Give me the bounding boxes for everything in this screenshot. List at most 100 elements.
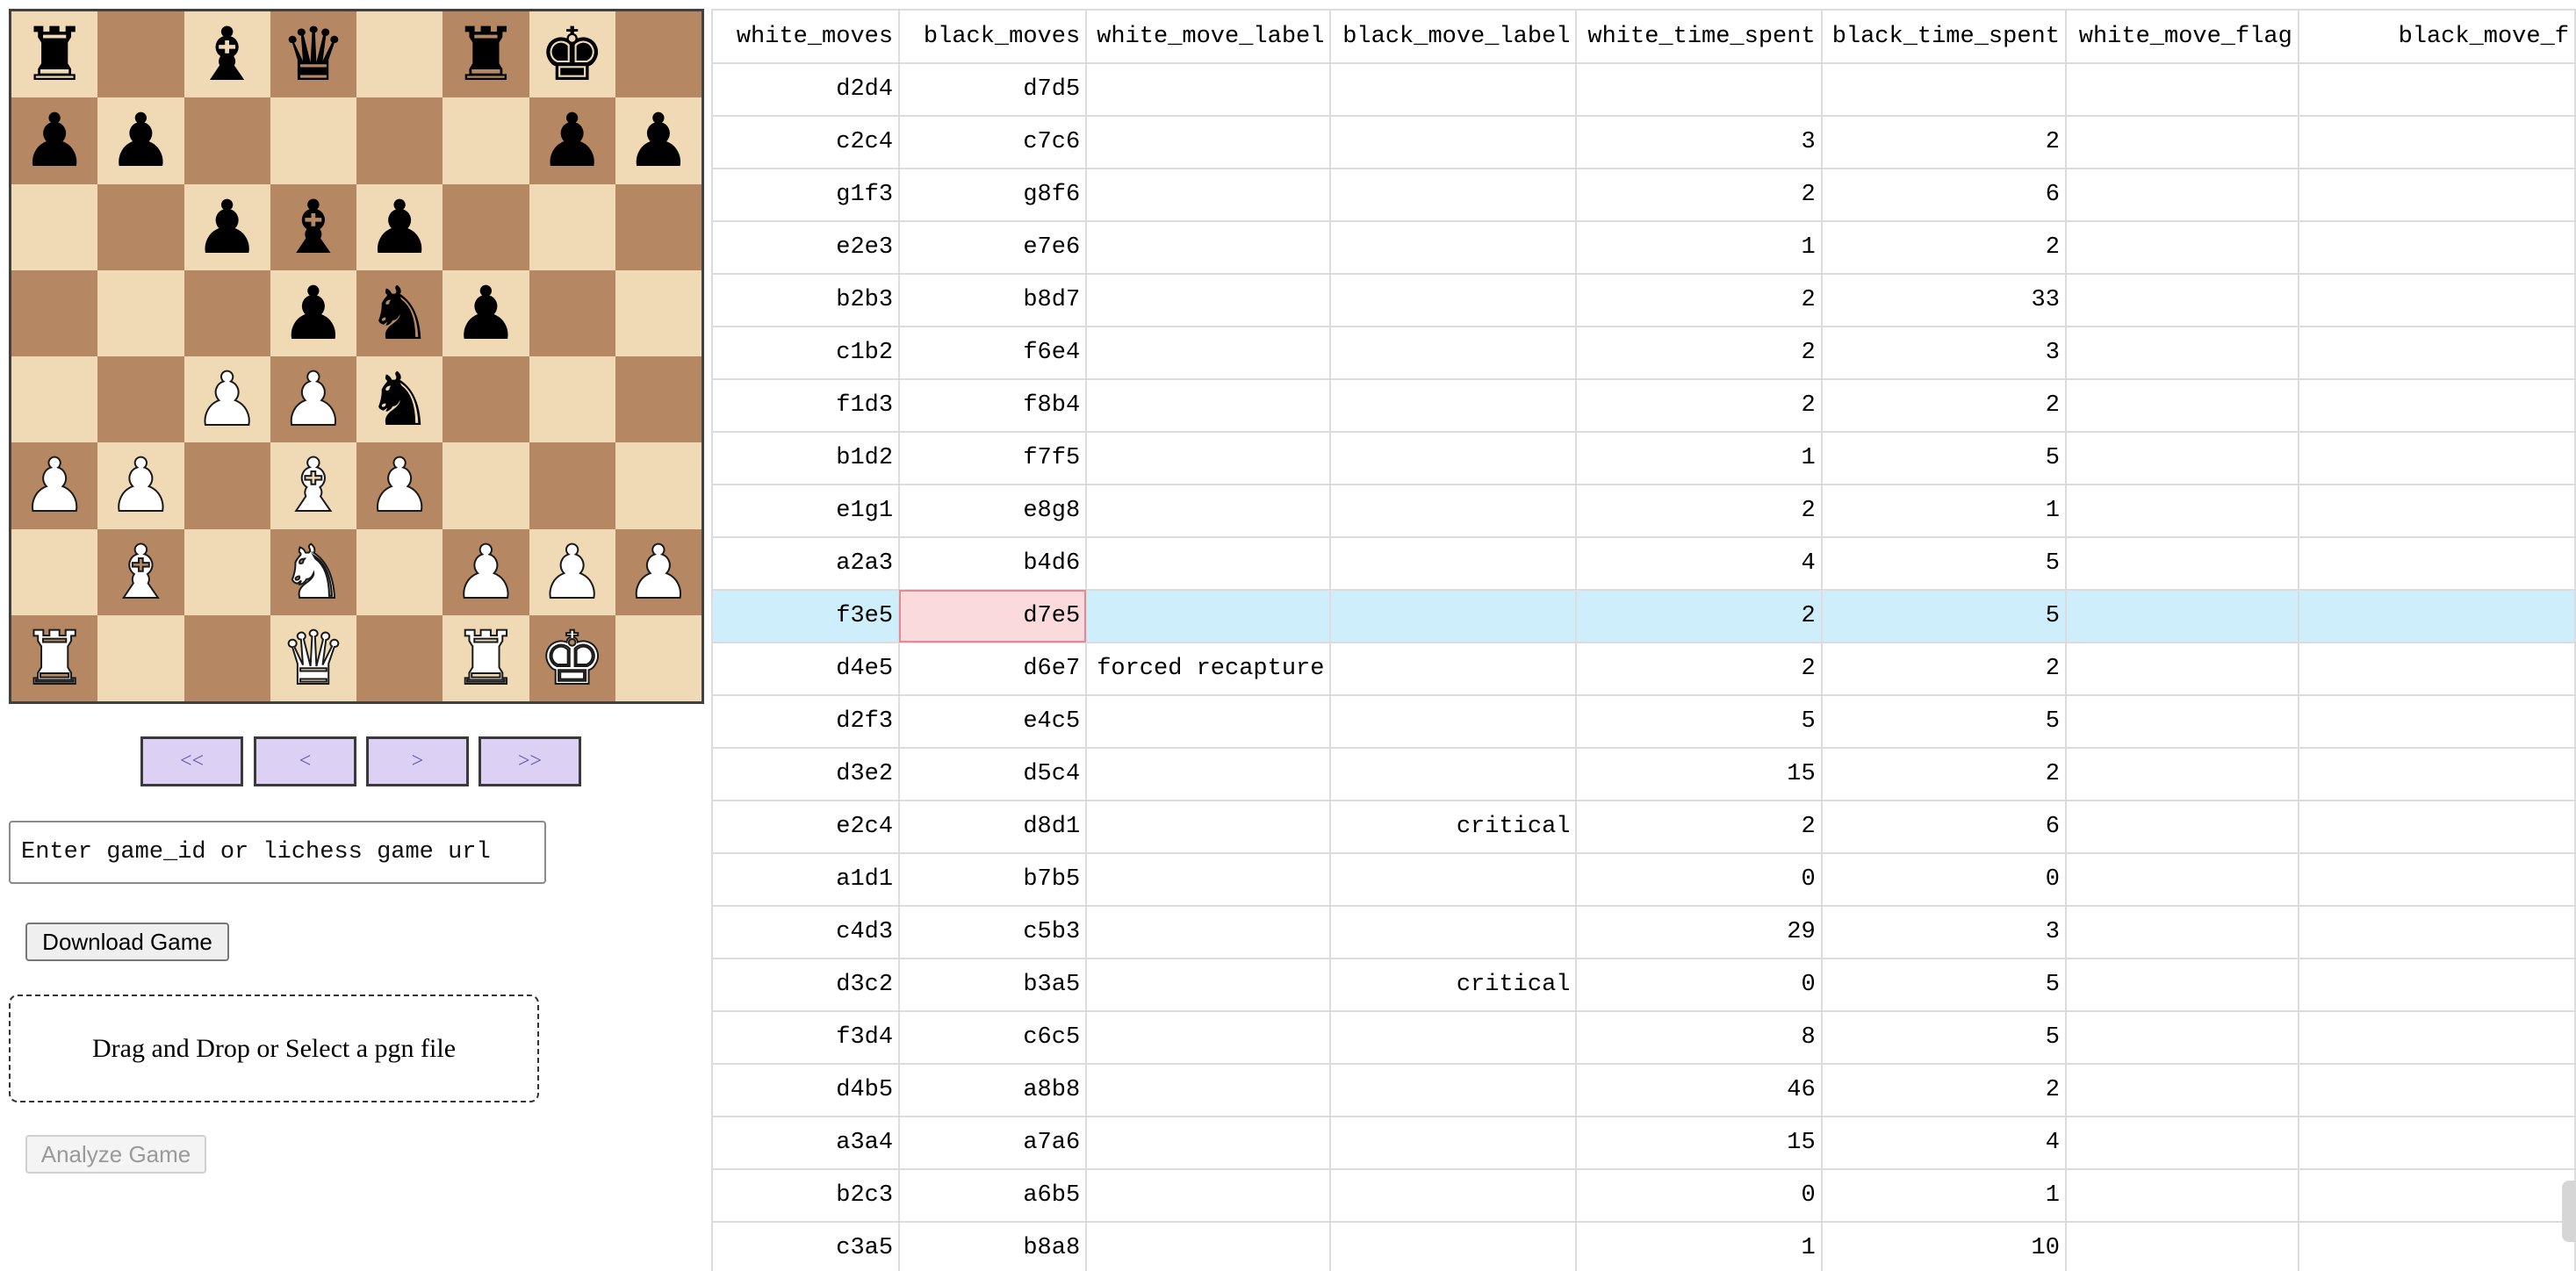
black-bishop-icon[interactable]: ♝	[194, 18, 260, 91]
analyze-game-button[interactable]: Analyze Game	[25, 1135, 206, 1174]
square-e1[interactable]	[356, 614, 443, 701]
table-cell-white_time_spent[interactable]: 0	[1576, 1169, 1823, 1223]
table-cell-black_moves[interactable]: b8d7	[899, 274, 1088, 327]
table-cell-white_move_flag[interactable]	[2065, 748, 2299, 801]
pgn-dropzone[interactable]: Drag and Drop or Select a pgn file	[9, 995, 539, 1102]
column-header-black_move_f[interactable]: black_move_f	[2298, 11, 2576, 64]
table-cell-black_time_spent[interactable]: 2	[1821, 379, 2067, 433]
table-cell-white_moves[interactable]: c4d3	[713, 906, 901, 959]
table-cell-black_time_spent[interactable]: 2	[1821, 221, 2067, 275]
table-cell-white_moves[interactable]: d2f3	[713, 695, 901, 749]
chess-board[interactable]: ♜ ♝ ♛ ♜ ♚ ♟ ♟ ♟ ♟ ♟ ♝ ♟ ♟ ♞ ♟ ♟ ♟ ♞ ♟ ♟ ♝ ♟ ♝ ♞ ♟ ♟ ♟ ♜ ♛ ♜ ♚	[9, 9, 704, 704]
game-id-input[interactable]	[9, 821, 546, 884]
column-header-white_move_flag[interactable]: white_move_flag	[2065, 11, 2299, 64]
table-cell-white_time_spent[interactable]: 15	[1576, 1117, 1823, 1170]
table-cell-white_moves[interactable]: b1d2	[713, 432, 901, 485]
square-e5[interactable]: ♞	[356, 269, 443, 356]
table-row[interactable]: e2e3 e7e6 1 2	[713, 221, 2576, 275]
table-cell-black_move_f[interactable]	[2298, 327, 2576, 380]
white-pawn-icon[interactable]: ♟	[107, 448, 175, 523]
table-cell-black_moves[interactable]: a6b5	[899, 1169, 1088, 1223]
table-cell-black_move_f[interactable]	[2298, 221, 2576, 275]
table-cell-white_move_label[interactable]	[1086, 1011, 1332, 1065]
table-cell-white_move_flag[interactable]	[2065, 906, 2299, 959]
square-c5[interactable]	[183, 269, 270, 356]
black-pawn-icon[interactable]: ♟	[366, 190, 432, 264]
square-a7[interactable]: ♟	[11, 97, 98, 184]
table-cell-white_move_flag[interactable]	[2065, 432, 2299, 485]
table-cell-white_time_spent[interactable]: 5	[1576, 695, 1823, 749]
square-h4[interactable]	[615, 356, 702, 443]
square-f2[interactable]: ♟	[443, 528, 529, 615]
square-a8[interactable]: ♜	[11, 11, 98, 98]
square-b7[interactable]: ♟	[97, 97, 184, 184]
table-cell-white_moves[interactable]: f3e5	[713, 590, 901, 643]
moves-table-container[interactable]: white_moves black_moves white_move_label bl…	[711, 9, 2576, 1271]
black-pawn-icon[interactable]: ♟	[194, 190, 260, 264]
table-cell-black_time_spent[interactable]: 0	[1821, 853, 2067, 907]
square-b5[interactable]	[97, 269, 184, 356]
table-cell-white_time_spent[interactable]	[1576, 63, 1823, 117]
column-header-black_time_spent[interactable]: black_time_spent	[1821, 11, 2067, 64]
table-cell-black_move_label[interactable]	[1330, 1064, 1578, 1117]
table-cell-white_time_spent[interactable]: 4	[1576, 537, 1823, 591]
table-cell-black_moves[interactable]: b7b5	[899, 853, 1088, 907]
table-cell-white_move_flag[interactable]	[2065, 590, 2299, 643]
table-cell-white_move_label[interactable]	[1086, 801, 1332, 854]
table-cell-black_move_f[interactable]	[2298, 1169, 2576, 1223]
table-row[interactable]: f1d3 f8b4 2 2	[713, 379, 2576, 433]
table-cell-white_time_spent[interactable]: 2	[1576, 485, 1823, 538]
table-cell-black_move_f[interactable]	[2298, 485, 2576, 538]
table-cell-black_move_f[interactable]	[2298, 1222, 2576, 1271]
square-e7[interactable]	[356, 97, 443, 184]
table-cell-black_time_spent[interactable]: 5	[1821, 1011, 2067, 1065]
table-cell-white_moves[interactable]: d2d4	[713, 63, 901, 117]
table-cell-black_moves[interactable]: d7d5	[899, 63, 1088, 117]
black-queen-icon[interactable]: ♛	[280, 18, 346, 91]
column-header-white_move_label[interactable]: white_move_label	[1086, 11, 1332, 64]
square-d6[interactable]: ♝	[270, 183, 356, 270]
square-h7[interactable]: ♟	[615, 97, 702, 184]
table-cell-white_moves[interactable]: f3d4	[713, 1011, 901, 1065]
table-cell-black_moves[interactable]: f8b4	[899, 379, 1088, 433]
table-cell-black_move_f[interactable]	[2298, 1011, 2576, 1065]
table-row[interactable]: a1d1 b7b5 0 0	[713, 853, 2576, 907]
table-cell-white_moves[interactable]: e2e3	[713, 221, 901, 275]
table-cell-white_move_label[interactable]	[1086, 63, 1332, 117]
next-move-button[interactable]: >	[366, 736, 469, 786]
table-cell-white_moves[interactable]: c3a5	[713, 1222, 901, 1271]
table-cell-black_move_f[interactable]	[2298, 274, 2576, 327]
table-cell-black_move_label[interactable]	[1330, 432, 1578, 485]
table-cell-white_move_label[interactable]	[1086, 1117, 1332, 1170]
table-row[interactable]: e2c4 d8d1 critical 2 6	[713, 801, 2576, 854]
table-cell-black_move_label[interactable]	[1330, 906, 1578, 959]
table-cell-black_move_label[interactable]	[1330, 485, 1578, 538]
square-c6[interactable]: ♟	[183, 183, 270, 270]
table-cell-white_time_spent[interactable]: 2	[1576, 169, 1823, 222]
table-cell-white_move_flag[interactable]	[2065, 1064, 2299, 1117]
table-row[interactable]: d3e2 d5c4 15 2	[713, 748, 2576, 801]
black-pawn-icon[interactable]: ♟	[108, 104, 174, 177]
table-cell-black_move_label[interactable]	[1330, 327, 1578, 380]
table-cell-white_time_spent[interactable]: 29	[1576, 906, 1823, 959]
table-cell-white_move_label[interactable]	[1086, 1169, 1332, 1223]
square-h6[interactable]	[615, 183, 702, 270]
square-b2[interactable]: ♝	[97, 528, 184, 615]
table-row[interactable]: b2c3 a6b5 0 1	[713, 1169, 2576, 1223]
table-cell-black_move_f[interactable]	[2298, 1064, 2576, 1117]
square-c3[interactable]	[183, 442, 270, 529]
square-d4[interactable]: ♟	[270, 356, 356, 443]
table-cell-black_move_label[interactable]	[1330, 695, 1578, 749]
table-cell-white_moves[interactable]: a1d1	[713, 853, 901, 907]
table-cell-black_move_label[interactable]: critical	[1330, 959, 1578, 1012]
table-cell-white_move_label[interactable]	[1086, 590, 1332, 643]
square-d7[interactable]	[270, 97, 356, 184]
table-row[interactable]: d4b5 a8b8 46 2	[713, 1064, 2576, 1117]
square-a6[interactable]	[11, 183, 98, 270]
table-cell-white_moves[interactable]: e1g1	[713, 485, 901, 538]
table-cell-black_moves[interactable]: g8f6	[899, 169, 1088, 222]
table-cell-white_move_label[interactable]	[1086, 537, 1332, 591]
square-h3[interactable]	[615, 442, 702, 529]
square-g4[interactable]	[529, 356, 615, 443]
table-cell-black_move_label[interactable]	[1330, 1169, 1578, 1223]
